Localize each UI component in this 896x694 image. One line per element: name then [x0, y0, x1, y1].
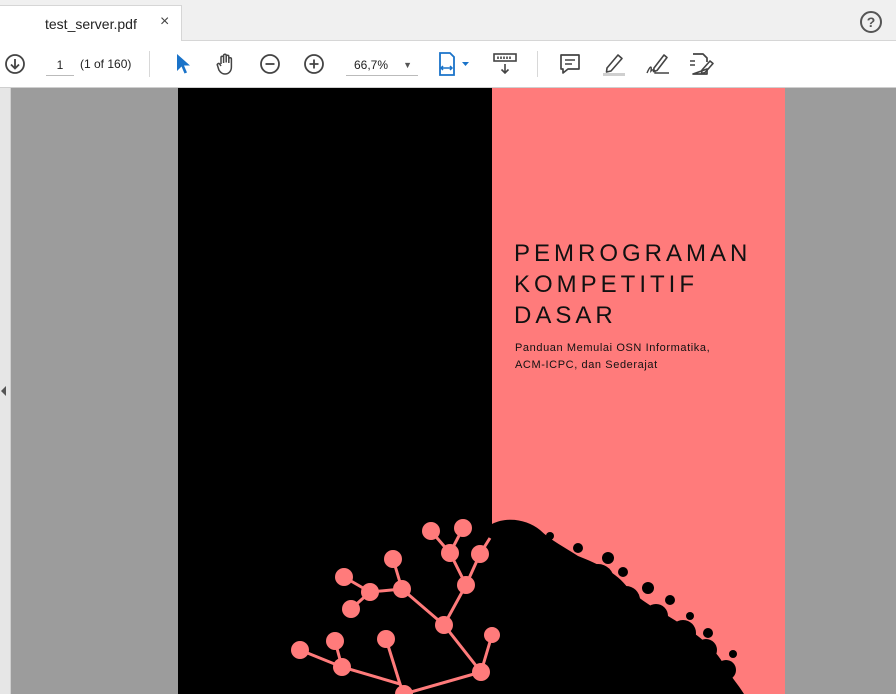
chevron-left-icon [1, 386, 6, 396]
scroll-down-icon[interactable] [2, 51, 28, 77]
toolbar: 1 (1 of 160) 66,7% ▼ [0, 41, 896, 88]
document-viewer[interactable]: PEMROGRAMAN KOMPETITIF DASAR Panduan Mem… [0, 88, 896, 694]
page-display-icon[interactable] [492, 51, 518, 77]
highlight-icon[interactable] [601, 51, 627, 77]
document-tab[interactable]: test_server.pdf × [0, 5, 182, 41]
zoom-out-icon[interactable] [257, 51, 283, 77]
fit-page-icon[interactable] [436, 51, 472, 77]
page-count: (1 of 160) [80, 57, 132, 71]
pdf-page: PEMROGRAMAN KOMPETITIF DASAR Panduan Mem… [178, 88, 785, 694]
sign-icon[interactable] [645, 51, 671, 77]
zoom-select[interactable]: 66,7% ▼ [346, 54, 418, 76]
chevron-down-icon: ▼ [403, 60, 412, 70]
help-icon[interactable]: ? [860, 11, 882, 33]
toolbar-divider [537, 51, 538, 77]
comment-icon[interactable] [557, 51, 583, 77]
select-cursor-icon[interactable] [170, 51, 196, 77]
page-number-input[interactable]: 1 [46, 54, 74, 76]
toolbar-divider [149, 51, 150, 77]
side-panel-toggle[interactable] [0, 88, 11, 694]
zoom-in-icon[interactable] [301, 51, 327, 77]
close-icon[interactable]: × [160, 14, 169, 30]
zoom-value: 66,7% [354, 58, 389, 72]
fill-sign-icon[interactable] [689, 51, 715, 77]
tab-bar: test_server.pdf × ? [0, 0, 896, 41]
hand-tool-icon[interactable] [213, 51, 239, 77]
tab-title: test_server.pdf [45, 16, 137, 32]
cover-tree-illustration [291, 519, 744, 694]
